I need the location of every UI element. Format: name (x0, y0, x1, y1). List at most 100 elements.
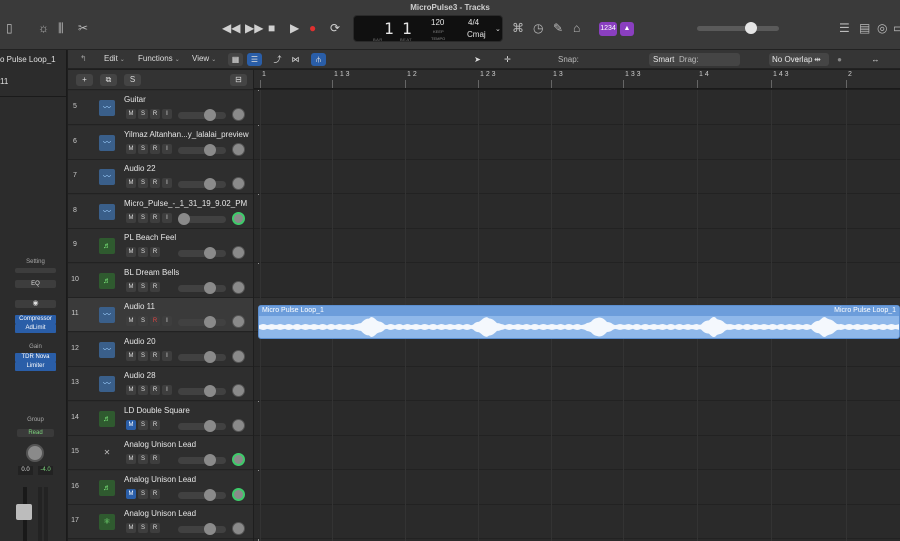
waveform-icon[interactable]: 〰 (99, 341, 115, 358)
record-enable-button[interactable]: R (150, 109, 160, 119)
loops-icon[interactable]: ◎ (877, 21, 887, 35)
list-editor-icon[interactable]: ⌘ (512, 21, 524, 35)
track-volume-slider[interactable] (178, 284, 226, 292)
track-volume-slider[interactable] (178, 526, 226, 533)
track-pan-knob[interactable] (232, 315, 245, 328)
mute-button[interactable]: M (126, 523, 136, 533)
track-volume-knob[interactable] (204, 419, 216, 432)
duplicate-track-icon[interactable]: ⧉ (100, 74, 117, 86)
metronome-badge-icon[interactable]: ▲ (620, 22, 634, 36)
play-button[interactable]: ▶ (290, 21, 299, 35)
track-name[interactable]: Audio 11 (124, 302, 155, 311)
track-pan-knob[interactable] (232, 246, 245, 259)
waveform-icon[interactable]: 〰 (99, 100, 115, 116)
track-volume-slider[interactable] (178, 388, 226, 395)
track-volume-knob[interactable] (204, 109, 216, 121)
solo-button[interactable]: S (138, 143, 148, 154)
rewind-button[interactable]: ◀◀ (222, 21, 240, 35)
solo-button[interactable]: S (138, 247, 148, 257)
eye-icon[interactable]: ◉ (15, 300, 56, 308)
waveform-zoom-icon[interactable]: ⫶ (766, 53, 781, 66)
audio-region[interactable]: Micro Pulse Loop_1 Micro Pulse Loop_1 (258, 305, 900, 339)
track-volume-knob[interactable] (178, 212, 190, 225)
music-note-icon[interactable]: ♬ (99, 272, 115, 289)
input-monitor-button[interactable]: I (162, 143, 172, 154)
plugin-slot-tdr-nova[interactable]: TDR Nova (15, 353, 56, 362)
stop-button[interactable]: ■ (268, 21, 275, 35)
plugin-slot-limiter[interactable]: Limiter (15, 362, 56, 371)
track-lane[interactable] (254, 470, 900, 505)
track-pan-knob[interactable] (232, 177, 245, 190)
mute-button[interactable]: M (126, 143, 136, 154)
secondary-tool-icon[interactable]: ✛ (500, 53, 515, 66)
inspector-pan-knob[interactable] (26, 444, 44, 462)
list-icon[interactable]: ☰ (839, 21, 850, 35)
waveform-icon[interactable]: 〰 (99, 169, 115, 185)
grid-view-icon[interactable]: ▦ (228, 53, 243, 66)
track-name[interactable]: Audio 28 (124, 371, 156, 380)
track-row[interactable]: 10 ♬ BL Dream Bells M S R (68, 263, 253, 298)
track-name[interactable]: LD Double Square (124, 406, 190, 415)
track-lane[interactable] (254, 505, 900, 539)
track-lane[interactable] (254, 436, 900, 470)
track-row[interactable]: 8 〰 Micro_Pulse_-_1_31_19_9.02_PM M S R I (68, 194, 253, 229)
track-volume-slider[interactable] (178, 457, 226, 464)
solo-button[interactable]: S (138, 419, 148, 430)
track-volume-slider[interactable] (178, 181, 226, 188)
editors-icon[interactable]: ✂ (78, 21, 88, 35)
track-pan-knob[interactable] (232, 384, 245, 397)
music-note-icon[interactable]: ♬ (99, 238, 115, 254)
back-arrow-icon[interactable]: ↰ (80, 54, 87, 63)
track-volume-knob[interactable] (204, 385, 216, 397)
zoom-slider-icon[interactable]: ● (832, 53, 847, 66)
input-monitor-button[interactable]: I (162, 385, 172, 395)
record-enable-button[interactable]: R (150, 385, 160, 395)
view-menu[interactable]: View ⌄ (192, 54, 216, 63)
track-pan-knob[interactable] (232, 487, 245, 501)
solo-button[interactable]: S (138, 316, 148, 326)
track-volume-slider[interactable] (178, 353, 226, 361)
automation-icon[interactable]: ⤴ (270, 53, 285, 66)
track-name[interactable]: Analog Unison Lead (124, 440, 196, 449)
plugin-slot-compressor[interactable]: Compressor (15, 315, 56, 324)
input-monitor-button[interactable]: I (162, 178, 172, 188)
mute-button[interactable]: M (126, 281, 136, 292)
track-volume-knob[interactable] (204, 350, 216, 363)
track-pan-knob[interactable] (232, 522, 245, 535)
track-name[interactable]: PL Beach Feel (124, 233, 176, 242)
tuner-icon[interactable]: ◷ (533, 21, 543, 35)
record-enable-button[interactable]: R (150, 454, 160, 464)
track-volume-slider[interactable] (178, 491, 226, 499)
solo-button[interactable]: S (138, 212, 148, 223)
track-row[interactable]: 9 ♬ PL Beach Feel M S R (68, 229, 253, 263)
list-view-icon[interactable]: ☰ (247, 53, 262, 66)
track-volume-slider[interactable] (178, 112, 226, 119)
track-row[interactable]: 7 〰 Audio 22 M S R I (68, 160, 253, 194)
pencil-icon[interactable]: ✎ (553, 21, 563, 35)
mute-button[interactable]: M (126, 488, 136, 499)
mute-button[interactable]: M (126, 385, 136, 395)
track-name[interactable]: Analog Unison Lead (124, 509, 196, 518)
track-name[interactable]: Yilmaz Altanhan...y_lalalai_preview (124, 130, 249, 139)
track-name[interactable]: Guitar (124, 95, 146, 104)
track-volume-knob[interactable] (204, 316, 216, 328)
track-lane[interactable] (254, 229, 900, 263)
mute-button[interactable]: M (126, 178, 136, 188)
track-row[interactable]: 14 ♬ LD Double Square M S R (68, 401, 253, 436)
input-monitor-button[interactable]: I (162, 109, 172, 119)
master-volume-knob[interactable] (745, 22, 757, 34)
track-row[interactable]: 13 〰 Audio 28 M S R I (68, 367, 253, 401)
music-note-icon[interactable]: ♬ (99, 479, 115, 496)
solo-button[interactable]: S (138, 488, 148, 499)
track-volume-slider[interactable] (178, 422, 226, 430)
music-note-icon[interactable]: ♬ (99, 410, 115, 427)
gain-label[interactable]: Gain (14, 344, 57, 350)
browser-icon[interactable]: ▭ (893, 21, 900, 35)
track-pan-knob[interactable] (232, 349, 245, 363)
inspector-track-number[interactable]: 11 (0, 77, 8, 86)
track-row[interactable]: 16 ♬ Analog Unison Lead M S R (68, 470, 253, 505)
synth-icon[interactable]: ✕ (99, 445, 115, 461)
catch-icon[interactable]: ⫛ (311, 53, 326, 66)
track-pan-knob[interactable] (232, 453, 245, 466)
record-enable-button[interactable]: R (150, 523, 160, 533)
